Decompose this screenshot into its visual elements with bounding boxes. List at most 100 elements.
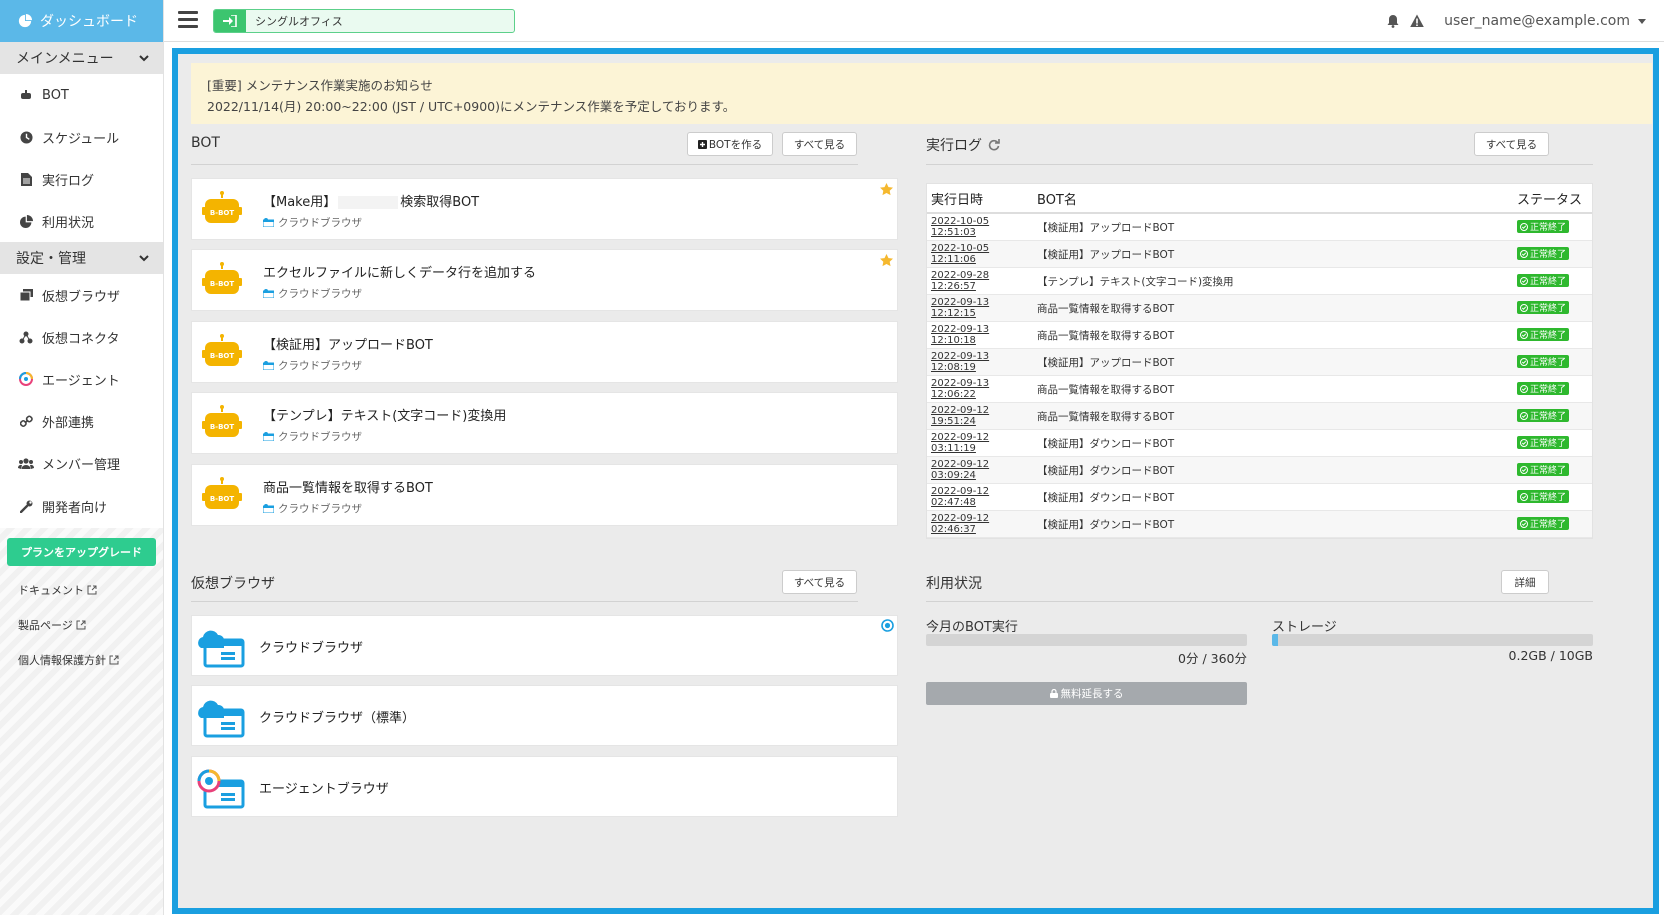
log-bot-name[interactable]: 【検証用】アップロードBOT	[1037, 247, 1517, 262]
log-bot-name[interactable]: 商品一覧情報を取得するBOT	[1037, 409, 1517, 424]
table-row: 2022-09-13 12:06:22 商品一覧情報を取得するBOT 正常終了	[927, 376, 1592, 403]
bell-icon[interactable]	[1386, 14, 1400, 28]
log-status-cell: 正常終了	[1517, 355, 1592, 369]
documentation-link[interactable]: ドキュメント	[0, 572, 163, 607]
bot-type-label: クラウドブラウザ	[278, 431, 362, 443]
privacy-policy-link[interactable]: 個人情報保護方針	[0, 642, 163, 677]
check-circle-icon	[1520, 411, 1528, 420]
log-bot-name[interactable]: 【検証用】アップロードBOT	[1037, 355, 1517, 370]
log-date-link[interactable]: 2022-09-12 02:46:37	[927, 513, 1037, 535]
log-bot-name[interactable]: 商品一覧情報を取得するBOT	[1037, 382, 1517, 397]
default-radio-icon[interactable]	[881, 619, 894, 632]
logs-see-all-button[interactable]: すべて見る	[1474, 132, 1549, 156]
settings-menu-header[interactable]: 設定・管理	[0, 242, 163, 274]
sidebar-item-bot[interactable]: BOT	[0, 74, 163, 116]
log-date-link[interactable]: 2022-10-05 12:11:06	[927, 243, 1037, 265]
log-status-cell: 正常終了	[1517, 409, 1592, 423]
menu-toggle-icon[interactable]	[178, 11, 198, 29]
upgrade-plan-button[interactable]: プランをアップグレード	[7, 538, 156, 566]
log-date-link[interactable]: 2022-09-12 19:51:24	[927, 405, 1037, 427]
bot-card[interactable]: B-BOT エクセルファイルに新しくデータ行を追加する クラウドブラウザ	[191, 249, 898, 311]
sign-in-icon	[214, 10, 246, 32]
user-menu[interactable]: user_name@example.com	[1444, 13, 1646, 29]
external-link-icon	[109, 655, 119, 664]
refresh-icon[interactable]	[988, 139, 1000, 151]
log-bot-name[interactable]: 商品一覧情報を取得するBOT	[1037, 301, 1517, 316]
status-badge: 正常終了	[1517, 382, 1570, 396]
virtual-browser-card[interactable]: クラウドブラウザ（標準）	[191, 685, 898, 746]
status-text: 正常終了	[1530, 439, 1567, 450]
cloud-browser-icon	[198, 630, 245, 668]
log-bot-name[interactable]: 【検証用】ダウンロードBOT	[1037, 490, 1517, 505]
sidebar-item-virtual-connector[interactable]: 仮想コネクタ	[0, 316, 163, 358]
sidebar-item-integrations[interactable]: 外部連携	[0, 400, 163, 442]
log-date-link[interactable]: 2022-09-12 03:11:19	[927, 432, 1037, 454]
sidebar-item-label: 利用状況	[42, 215, 95, 231]
table-row: 2022-09-13 12:12:15 商品一覧情報を取得するBOT 正常終了	[927, 295, 1592, 322]
log-bot-name[interactable]: 【テンプレ】テキスト(文字コード)変換用	[1037, 274, 1517, 289]
bot-card[interactable]: B-BOT 【検証用】アップロードBOT クラウドブラウザ	[191, 321, 898, 383]
table-row: 2022-09-13 12:08:19 【検証用】アップロードBOT 正常終了	[927, 349, 1592, 376]
sidebar-item-dashboard[interactable]: ダッシュボード	[0, 0, 163, 42]
table-row: 2022-10-05 12:11:06 【検証用】アップロードBOT 正常終了	[927, 241, 1592, 268]
log-date-link[interactable]: 2022-09-13 12:10:18	[927, 324, 1037, 346]
status-text: 正常終了	[1530, 331, 1567, 342]
status-badge: 正常終了	[1517, 247, 1570, 261]
check-circle-icon	[1520, 303, 1528, 312]
star-icon[interactable]	[879, 253, 894, 268]
bot-card[interactable]: B-BOT 【テンプレ】テキスト(文字コード)変換用 クラウドブラウザ	[191, 392, 898, 454]
bot-type-label: クラウドブラウザ	[278, 217, 362, 229]
check-circle-icon	[1520, 465, 1528, 474]
bots-see-all-button[interactable]: すべて見る	[782, 132, 857, 156]
notice-body: 2022/11/14(月) 20:00~22:00 (JST / UTC+090…	[207, 99, 736, 114]
connector-icon	[18, 329, 34, 345]
free-extension-button[interactable]: 無料延長する	[926, 682, 1247, 705]
bot-execution-label: 今月のBOT実行	[926, 620, 1018, 635]
bot-card[interactable]: B-BOT 商品一覧情報を取得するBOT クラウドブラウザ	[191, 464, 898, 526]
virtual-browser-card[interactable]: クラウドブラウザ	[191, 615, 898, 676]
log-date-link[interactable]: 2022-10-05 12:51:03	[927, 216, 1037, 238]
sidebar-item-schedule[interactable]: スケジュール	[0, 116, 163, 158]
column-header-status: ステータス	[1517, 192, 1583, 208]
check-circle-icon	[1520, 357, 1528, 366]
log-date-link[interactable]: 2022-09-12 03:09:24	[927, 459, 1037, 481]
product-page-link[interactable]: 製品ページ	[0, 607, 163, 642]
table-row: 2022-09-12 03:09:24 【検証用】ダウンロードBOT 正常終了	[927, 457, 1592, 484]
log-bot-name[interactable]: 【検証用】アップロードBOT	[1037, 220, 1517, 235]
create-bot-button[interactable]: BOTを作る	[687, 132, 773, 156]
usage-detail-button[interactable]: 詳細	[1501, 570, 1549, 594]
virtual-browser-panel-title: 仮想ブラウザ	[191, 576, 275, 592]
sidebar-item-members[interactable]: メンバー管理	[0, 442, 163, 484]
status-badge: 正常終了	[1517, 328, 1570, 342]
sidebar-item-label: エージェント	[42, 373, 120, 389]
log-date-link[interactable]: 2022-09-13 12:12:15	[927, 297, 1037, 319]
table-row: 2022-09-12 19:51:24 商品一覧情報を取得するBOT 正常終了	[927, 403, 1592, 430]
log-bot-name[interactable]: 商品一覧情報を取得するBOT	[1037, 328, 1517, 343]
log-date-link[interactable]: 2022-09-13 12:08:19	[927, 351, 1037, 373]
log-bot-name[interactable]: 【検証用】ダウンロードBOT	[1037, 463, 1517, 478]
svg-text:B-BOT: B-BOT	[210, 423, 235, 431]
bot-card[interactable]: B-BOT 【Make用】 検索取得BOT クラウドブラウザ	[191, 178, 898, 240]
sidebar-item-agent[interactable]: エージェント	[0, 358, 163, 400]
log-bot-name[interactable]: 【検証用】ダウンロードBOT	[1037, 517, 1517, 532]
sidebar-item-virtual-browser[interactable]: 仮想ブラウザ	[0, 274, 163, 316]
status-text: 正常終了	[1530, 250, 1567, 261]
main-menu-header[interactable]: メインメニュー	[0, 42, 163, 74]
log-date-link[interactable]: 2022-09-28 12:26:57	[927, 270, 1037, 292]
sidebar-item-developers[interactable]: 開発者向け	[0, 484, 163, 528]
sidebar-item-logs[interactable]: 実行ログ	[0, 158, 163, 200]
log-bot-name[interactable]: 【検証用】ダウンロードBOT	[1037, 436, 1517, 451]
log-status-cell: 正常終了	[1517, 301, 1592, 315]
log-status-cell: 正常終了	[1517, 382, 1592, 396]
warning-icon[interactable]	[1410, 14, 1424, 28]
log-date-link[interactable]: 2022-09-13 12:06:22	[927, 378, 1037, 400]
log-status-cell: 正常終了	[1517, 247, 1592, 261]
pie-chart-icon	[18, 14, 32, 28]
virtual-browsers-see-all-button[interactable]: すべて見る	[782, 570, 857, 594]
star-icon[interactable]	[879, 182, 894, 197]
office-selector[interactable]: シングルオフィス	[213, 9, 515, 33]
sidebar-item-usage[interactable]: 利用状況	[0, 200, 163, 242]
virtual-browser-card[interactable]: エージェントブラウザ	[191, 756, 898, 817]
log-date-link[interactable]: 2022-09-12 02:47:48	[927, 486, 1037, 508]
check-circle-icon	[1520, 384, 1528, 393]
